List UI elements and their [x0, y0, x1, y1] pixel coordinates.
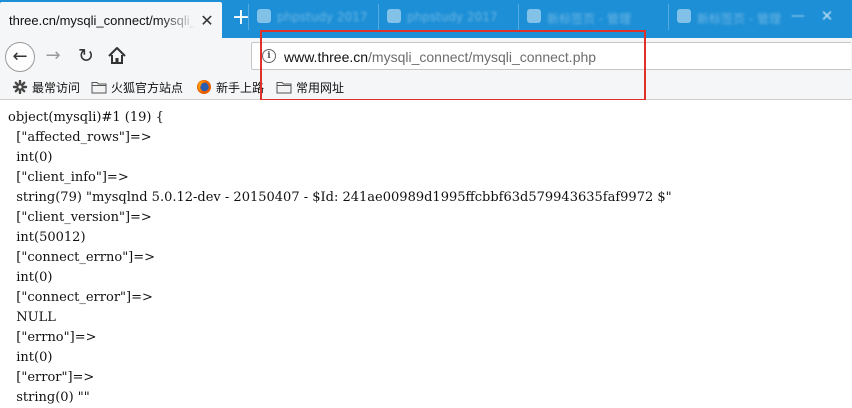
tab-background[interactable]: phpstudy 2017	[378, 4, 517, 30]
dump-line: string(0) ""	[8, 390, 90, 405]
dump-line: int(0)	[8, 270, 53, 285]
bookmarks-toolbar: 最常访问 火狐官方站点 新手上路 常用网址	[0, 74, 852, 100]
home-button[interactable]	[105, 44, 129, 68]
url-domain: www.three.cn	[284, 49, 369, 65]
dump-line: int(0)	[8, 150, 53, 165]
dump-line: ["connect_errno"]=>	[8, 250, 156, 265]
dump-line: string(79) "mysqlnd 5.0.12-dev - 2015040…	[8, 190, 672, 205]
home-icon	[108, 47, 126, 64]
tab-background[interactable]: 新标签页 - 管理	[518, 4, 667, 30]
bookmark-firefox-sites[interactable]: 火狐官方站点	[91, 78, 189, 96]
forward-button[interactable]: →	[42, 45, 64, 67]
tab-label: 新标签页 - 管理	[697, 12, 781, 26]
firefox-icon	[197, 80, 211, 94]
bookmark-most-visited[interactable]: 最常访问	[12, 78, 84, 96]
url-path: /mysqli_connect/mysqli_connect.php	[368, 49, 597, 65]
bookmark-common-sites[interactable]: 常用网址	[276, 78, 350, 96]
dump-line: object(mysqli)#1 (19) {	[8, 110, 164, 125]
tab-title-fade	[160, 8, 196, 34]
close-tab-icon[interactable]: ✕	[198, 12, 216, 30]
gear-icon	[12, 80, 28, 94]
tab-label: phpstudy 2017	[407, 10, 498, 24]
tab-background[interactable]: phpstudy 2017	[248, 4, 379, 30]
dump-line: ["client_version"]=>	[8, 210, 152, 225]
back-button[interactable]: ←	[5, 42, 35, 72]
url-text[interactable]: www.three.cn/mysqli_connect/mysqli_conne…	[284, 49, 596, 65]
var-dump-output: object(mysqli)#1 (19) { ["affected_rows"…	[8, 108, 672, 408]
dump-line: int(0)	[8, 350, 53, 365]
tab-active[interactable]: three.cn/mysqli_connect/mysqli_ ✕	[0, 2, 222, 38]
navigation-toolbar: ← → ↻ i www.three.cn/mysqli_connect/mysq…	[0, 38, 852, 74]
folder-icon	[276, 82, 292, 94]
bookmark-label: 火狐官方站点	[111, 81, 184, 95]
tab-background[interactable]: 新标签页 - 管理	[668, 4, 781, 30]
page-icon	[527, 9, 541, 23]
dump-line: ["client_info"]=>	[8, 170, 129, 185]
folder-icon	[91, 82, 107, 94]
tab-label: phpstudy 2017	[277, 10, 368, 24]
bookmark-label: 新手上路	[216, 81, 265, 95]
close-window-button[interactable]: ✕	[812, 4, 842, 28]
page-icon	[387, 9, 401, 23]
address-bar[interactable]: i www.three.cn/mysqli_connect/mysqli_con…	[251, 42, 851, 70]
dump-line: int(50012)	[8, 230, 86, 245]
site-info-icon[interactable]: i	[262, 49, 276, 63]
tab-label: 新标签页 - 管理	[547, 12, 631, 26]
page-content: object(mysqli)#1 (19) { ["affected_rows"…	[0, 100, 852, 408]
page-icon	[677, 9, 691, 23]
bookmark-getting-started[interactable]: 新手上路	[196, 78, 266, 96]
dump-line: NULL	[8, 310, 56, 325]
dump-line: ["error"]=>	[8, 370, 95, 385]
dump-line: ["affected_rows"]=>	[8, 130, 152, 145]
reload-button[interactable]: ↻	[74, 44, 98, 68]
dump-line: ["connect_error"]=>	[8, 290, 153, 305]
bookmark-label: 最常访问	[32, 81, 81, 95]
tab-strip: three.cn/mysqli_connect/mysqli_ ✕ + phps…	[0, 0, 852, 38]
dump-line: ["errno"]=>	[8, 330, 97, 345]
bookmark-label: 常用网址	[296, 81, 345, 95]
page-icon	[257, 9, 271, 23]
